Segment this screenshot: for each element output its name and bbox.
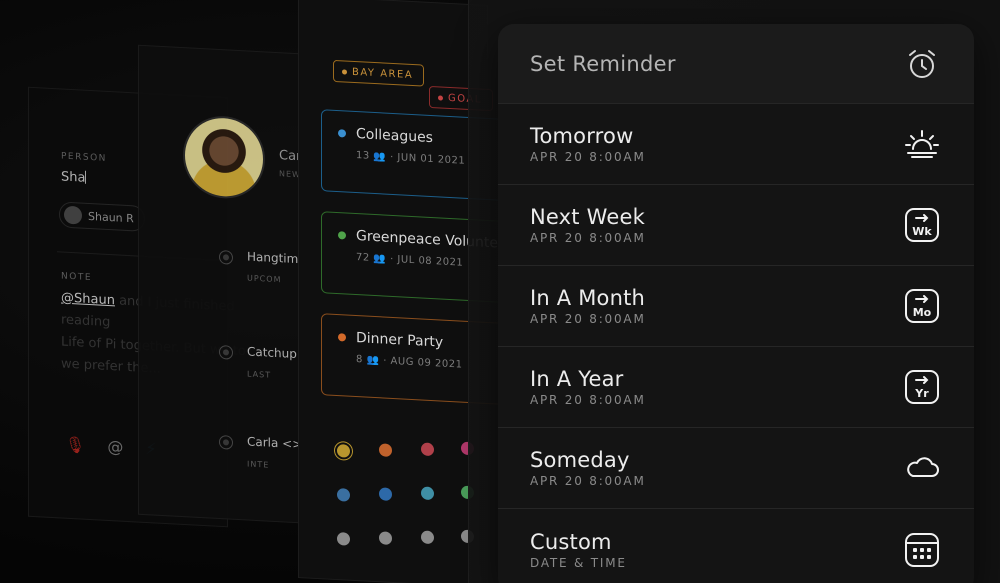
color-swatch[interactable] bbox=[337, 488, 350, 502]
week-icon: Wk bbox=[902, 205, 942, 245]
option-next-week[interactable]: Next Week APR 20 8:00AM Wk bbox=[498, 185, 974, 266]
microphone-icon[interactable]: 🎙 bbox=[65, 435, 85, 455]
color-swatch[interactable] bbox=[379, 487, 392, 501]
svg-text:Wk: Wk bbox=[912, 225, 932, 238]
option-in-a-month[interactable]: In A Month APR 20 8:00AM Mo bbox=[498, 266, 974, 347]
people-icon: 👥 bbox=[373, 252, 387, 265]
option-sub: APR 20 8:00AM bbox=[530, 393, 646, 407]
svg-text:Mo: Mo bbox=[913, 306, 932, 319]
person-chip[interactable]: Shaun R bbox=[59, 201, 145, 232]
sunrise-icon bbox=[902, 124, 942, 164]
color-swatch[interactable] bbox=[421, 486, 434, 501]
option-sub: DATE & TIME bbox=[530, 555, 627, 570]
person-input[interactable]: Sha bbox=[61, 169, 87, 186]
option-label: Someday bbox=[530, 448, 630, 472]
mention-icon[interactable]: @ bbox=[107, 437, 123, 457]
person-chip-name: Shaun R bbox=[88, 209, 134, 225]
year-icon: Yr bbox=[902, 367, 942, 407]
option-sub: APR 20 8:00AM bbox=[530, 231, 646, 245]
list-item-sub: LAST bbox=[247, 369, 272, 380]
people-icon: 👥 bbox=[373, 150, 387, 163]
color-swatch[interactable] bbox=[421, 530, 434, 545]
group-count: 13 bbox=[356, 150, 370, 162]
set-reminder-panel: Set Reminder Tomorrow APR 20 8:00AM Next… bbox=[498, 24, 974, 583]
color-dot bbox=[338, 129, 346, 138]
svg-text:Yr: Yr bbox=[914, 387, 929, 400]
option-tomorrow[interactable]: Tomorrow APR 20 8:00AM bbox=[498, 104, 974, 185]
group-count: 72 bbox=[356, 252, 370, 264]
tag-bay-area[interactable]: BAY AREA bbox=[333, 59, 425, 87]
app-stage: PERSON Sha Shaun R NOTE @Shaun and I jus… bbox=[0, 0, 1000, 583]
alarm-clock-icon bbox=[902, 44, 942, 84]
note-label: NOTE bbox=[61, 271, 93, 284]
option-sub: APR 20 8:00AM bbox=[530, 474, 646, 488]
option-sub: APR 20 8:00AM bbox=[530, 150, 646, 164]
group-date: · JUN 01 2021 bbox=[390, 151, 466, 167]
person-label: PERSON bbox=[61, 151, 107, 164]
option-sub: APR 20 8:00AM bbox=[530, 312, 646, 326]
color-swatch[interactable] bbox=[379, 443, 392, 457]
option-in-a-year[interactable]: In A Year APR 20 8:00AM Yr bbox=[498, 347, 974, 428]
radio-icon[interactable] bbox=[219, 345, 233, 360]
group-date: · JUL 08 2021 bbox=[390, 253, 464, 269]
color-swatch[interactable] bbox=[421, 442, 434, 457]
group-count: 8 bbox=[356, 354, 363, 366]
color-swatch[interactable] bbox=[337, 444, 350, 458]
color-dot bbox=[338, 231, 346, 240]
panel-title: Set Reminder bbox=[530, 51, 676, 76]
color-dot bbox=[338, 333, 346, 342]
option-label: Tomorrow bbox=[530, 124, 634, 148]
option-label: Next Week bbox=[530, 205, 645, 229]
groups-card: BAY AREA GOAL Colleagues 13 👥 · JUN 01 2… bbox=[298, 0, 521, 583]
color-swatch[interactable] bbox=[337, 532, 350, 546]
radio-icon[interactable] bbox=[219, 250, 233, 265]
group-name: Colleagues bbox=[356, 126, 433, 147]
avatar bbox=[64, 205, 82, 225]
radio-icon[interactable] bbox=[219, 435, 233, 450]
option-label: Custom bbox=[530, 529, 612, 554]
option-someday[interactable]: Someday APR 20 8:00AM bbox=[498, 428, 974, 509]
group-date: · AUG 09 2021 bbox=[383, 355, 463, 371]
color-swatches bbox=[299, 0, 487, 546]
calendar-icon bbox=[902, 530, 942, 570]
list-item[interactable]: Catchup bbox=[247, 344, 297, 361]
list-item-sub: INTE bbox=[247, 459, 270, 470]
cloud-icon bbox=[902, 448, 942, 488]
color-swatch[interactable] bbox=[379, 531, 392, 545]
group-name: Dinner Party bbox=[356, 330, 444, 351]
option-label: In A Month bbox=[530, 286, 646, 310]
list-item[interactable]: Hangtime bbox=[247, 249, 306, 266]
people-icon: 👥 bbox=[366, 354, 380, 367]
panel-header: Set Reminder bbox=[498, 24, 974, 104]
list-item-sub: UPCOM bbox=[247, 273, 282, 285]
month-icon: Mo bbox=[902, 286, 942, 326]
option-label: In A Year bbox=[530, 367, 624, 391]
contact-avatar bbox=[183, 114, 265, 201]
option-custom[interactable]: Custom DATE & TIME bbox=[498, 509, 974, 583]
list-item[interactable]: Carla <> bbox=[247, 434, 302, 451]
